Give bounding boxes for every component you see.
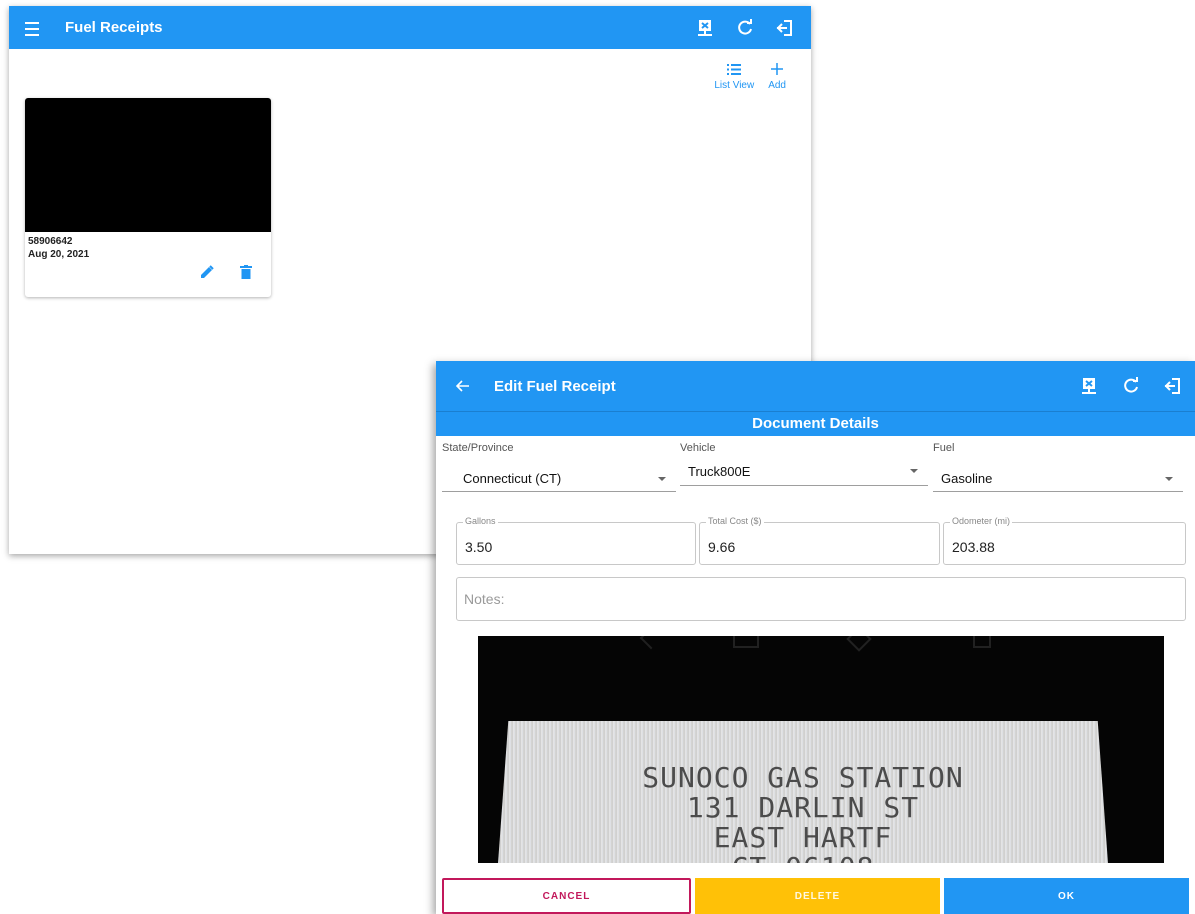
state-province-label: State/Province [442,442,514,454]
vehicle-box: Truck800E [680,456,928,486]
receipt-line-2: 131 DARLIN ST [686,791,920,824]
fuel-label: Fuel [933,442,955,454]
total-cost-field[interactable]: Total Cost ($) 9.66 [699,516,940,565]
add-icon [771,61,784,77]
state-province-value: Connecticut (CT) [463,471,562,486]
receipt-thumbnail[interactable] [25,98,271,232]
add-button[interactable]: Add [768,61,786,91]
add-label: Add [768,80,786,91]
total-cost-label: Total Cost ($) [706,516,764,526]
receipt-date: Aug 20, 2021 [28,249,90,260]
cancel-button[interactable]: CANCEL [442,878,691,914]
receipt-line-1: SUNOCO GAS STATION [642,761,964,794]
photo-artifact [846,636,872,652]
transfer-icon[interactable] [693,16,717,40]
receipt-line-4: CT 06108 [496,851,1110,863]
gallons-label: Gallons [463,516,498,526]
receipt-card[interactable]: 58906642 Aug 20, 2021 [25,98,271,297]
page-title: Fuel Receipts [65,19,163,36]
photo-artifact [733,636,759,648]
dropdown-caret-icon [1165,477,1173,481]
list-view-label: List View [714,80,755,91]
vehicle-select[interactable]: Vehicle Truck800E [680,435,928,486]
delete-icon[interactable] [240,265,252,284]
odometer-value: 203.88 [952,539,995,555]
action-bar: CANCEL DELETE OK [436,878,1195,914]
notes-placeholder: Notes: [464,591,505,607]
photo-artifact [973,636,991,648]
logout-icon[interactable] [1161,374,1185,398]
fuel-select[interactable]: Fuel Gasoline [933,435,1183,492]
transfer-icon[interactable] [1077,374,1101,398]
gallons-field[interactable]: Gallons 3.50 [456,516,696,565]
fuel-box: Gasoline [933,456,1183,492]
state-province-select[interactable]: State/Province Connecticut (CT) [442,435,676,492]
logout-icon[interactable] [773,16,797,40]
state-province-box: Connecticut (CT) [442,456,676,492]
odometer-label: Odometer (mi) [950,516,1013,526]
menu-icon[interactable] [25,20,47,36]
refresh-icon[interactable] [1119,374,1143,398]
receipt-number: 58906642 [28,236,73,247]
list-view-icon [727,61,742,77]
receipt-line-3: EAST HARTF [713,821,893,854]
app-bar: Fuel Receipts [9,6,811,49]
delete-button[interactable]: DELETE [695,878,940,914]
section-header: Document Details [436,411,1195,436]
edit-fuel-receipt-screen: Edit Fuel Receipt Document Details State… [436,361,1195,914]
total-cost-value: 9.66 [708,539,736,555]
app-bar: Edit Fuel Receipt [436,361,1195,411]
refresh-icon[interactable] [733,16,757,40]
ok-button[interactable]: OK [944,878,1189,914]
dropdown-caret-icon [658,477,666,481]
edit-icon[interactable] [200,265,214,284]
vehicle-value: Truck800E [688,464,751,479]
fuel-value: Gasoline [941,471,993,486]
back-arrow-icon[interactable] [456,377,474,395]
receipt-image: SUNOCO GAS STATION 131 DARLIN ST EAST HA… [478,636,1164,863]
list-view-button[interactable]: List View [714,61,754,91]
vehicle-label: Vehicle [680,442,716,454]
page-title: Edit Fuel Receipt [494,377,616,395]
notes-field[interactable]: Notes: [456,577,1186,621]
dropdown-caret-icon [910,469,918,473]
gallons-value: 3.50 [465,539,493,555]
receipt-paper: SUNOCO GAS STATION 131 DARLIN ST EAST HA… [496,721,1110,863]
odometer-field[interactable]: Odometer (mi) 203.88 [943,516,1186,565]
photo-artifact [639,636,663,650]
